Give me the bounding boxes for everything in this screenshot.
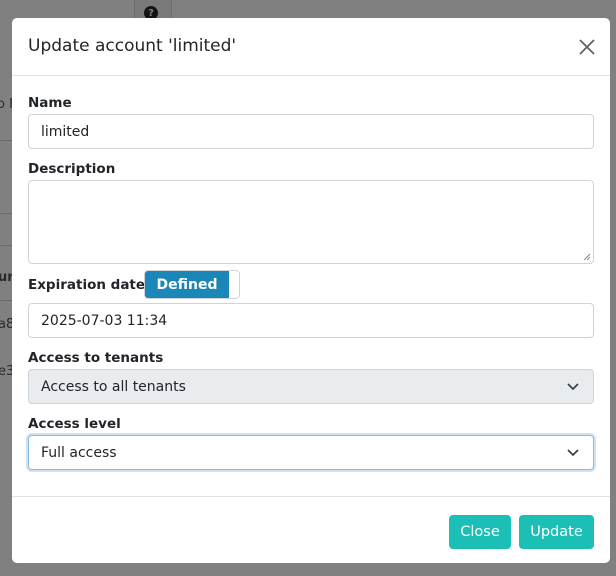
dialog-title: Update account 'limited' bbox=[28, 36, 237, 56]
tenants-select[interactable]: Access to all tenants bbox=[28, 369, 594, 404]
access-level-selected-value: Full access bbox=[41, 444, 117, 461]
background-divider bbox=[0, 213, 12, 214]
name-input-value: limited bbox=[41, 123, 90, 140]
chevron-down-icon bbox=[567, 383, 579, 391]
expiration-date-label: Expiration date bbox=[28, 277, 146, 293]
background-divider bbox=[0, 300, 12, 301]
toggle-defined-label: Defined bbox=[145, 271, 229, 298]
dialog-footer: Close Update bbox=[12, 496, 610, 563]
close-button[interactable]: Close bbox=[449, 515, 511, 549]
access-level-select[interactable]: Full access bbox=[28, 435, 594, 470]
background-divider bbox=[0, 245, 12, 246]
name-input[interactable]: limited bbox=[28, 114, 594, 149]
access-level-label: Access level bbox=[28, 416, 121, 432]
update-account-dialog: Update account 'limited' Name limited De… bbox=[12, 18, 610, 563]
expiration-date-value: 2025-07-03 11:34 bbox=[41, 312, 168, 329]
name-label: Name bbox=[28, 95, 72, 111]
description-label: Description bbox=[28, 161, 116, 177]
tenants-label: Access to tenants bbox=[28, 350, 164, 366]
expiration-defined-toggle[interactable]: Defined bbox=[144, 270, 240, 299]
chevron-down-icon bbox=[567, 449, 579, 457]
tenants-selected-value: Access to all tenants bbox=[41, 378, 186, 395]
resize-grip-icon[interactable] bbox=[583, 253, 591, 261]
background-divider bbox=[0, 140, 12, 141]
dialog-header: Update account 'limited' bbox=[12, 18, 610, 76]
description-textarea[interactable] bbox=[28, 180, 594, 264]
expiration-date-input[interactable]: 2025-07-03 11:34 bbox=[28, 303, 594, 338]
close-icon[interactable] bbox=[578, 38, 596, 56]
update-button[interactable]: Update bbox=[519, 515, 594, 549]
